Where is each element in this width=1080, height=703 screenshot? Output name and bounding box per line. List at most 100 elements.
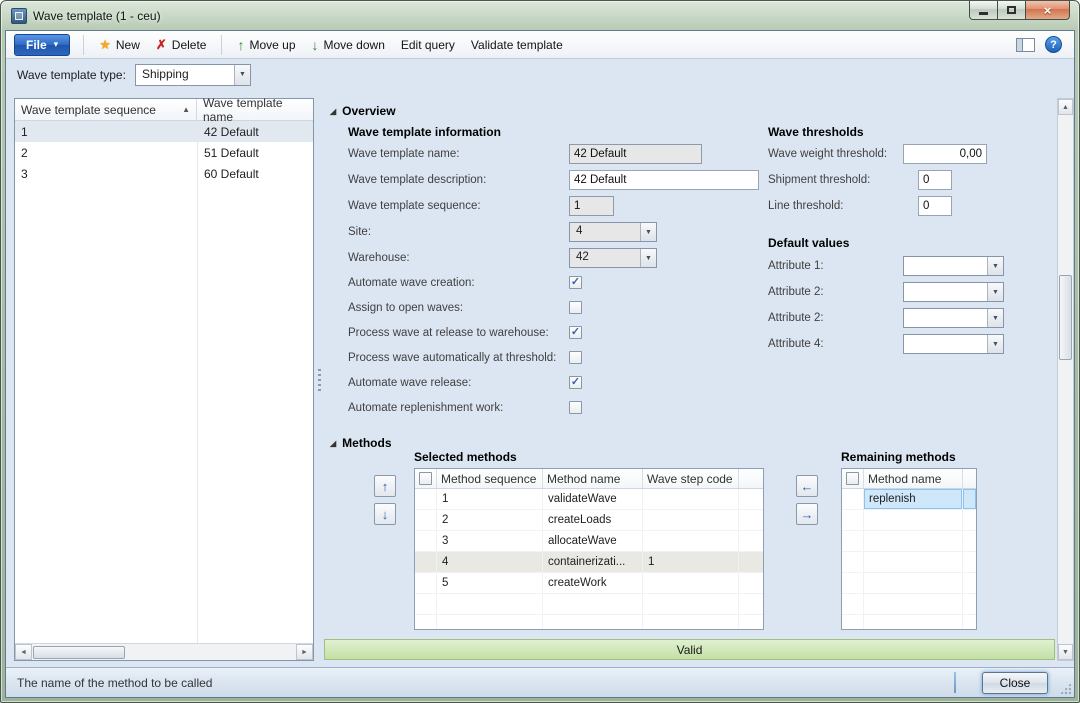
row-checkbox-cell[interactable] [415, 552, 437, 572]
close-button[interactable]: Close [982, 672, 1048, 694]
transfer-left-button[interactable]: ← [796, 475, 818, 497]
move-down-button[interactable]: ↓ Move down [304, 34, 393, 56]
close-window-button[interactable]: × [1025, 1, 1070, 20]
automate-wave-creation-checkbox[interactable]: ✓ [569, 276, 582, 289]
row-checkbox-cell[interactable] [415, 489, 437, 509]
scroll-left-button[interactable]: ◄ [15, 644, 32, 660]
row-checkbox-cell[interactable] [415, 531, 437, 551]
attribute-1-select[interactable]: ▼ [903, 256, 1004, 276]
wave-template-type-label: Wave template type: [17, 68, 126, 82]
toolbar-right: ? [1016, 36, 1066, 53]
method-row[interactable]: 2 createLoads [415, 510, 763, 531]
automate-replenishment-checkbox[interactable]: ✓ [569, 401, 582, 414]
cell-empty [842, 552, 864, 572]
column-header-sequence[interactable]: Wave template sequence ▲ [15, 99, 197, 120]
dropdown-icon[interactable]: ▼ [234, 65, 250, 85]
column-header-name[interactable]: Wave template name [197, 99, 313, 120]
edit-query-label: Edit query [401, 38, 455, 52]
file-menu-button[interactable]: File ▾ [14, 34, 70, 56]
column-header-method-name[interactable]: Method name [543, 469, 643, 488]
automate-wave-release-checkbox[interactable]: ✓ [569, 376, 582, 389]
new-button[interactable]: ★ New [91, 34, 148, 56]
edit-query-button[interactable]: Edit query [393, 35, 463, 55]
method-move-down-button[interactable]: ↓ [374, 503, 396, 525]
dropdown-icon[interactable]: ▼ [640, 223, 656, 241]
attribute-2-select[interactable]: ▼ [903, 282, 1004, 302]
shipment-threshold-field[interactable] [918, 170, 952, 190]
section-header-overview[interactable]: ◢ Overview [330, 104, 396, 118]
column-header-method-sequence[interactable]: Method sequence [437, 469, 543, 488]
scrollbar-track[interactable] [126, 644, 296, 660]
weight-threshold-label: Wave weight threshold: [768, 144, 887, 164]
scroll-down-button[interactable]: ▼ [1058, 644, 1073, 660]
section-header-methods[interactable]: ◢ Methods [330, 436, 392, 450]
remaining-method-row-selected[interactable]: replenish [842, 489, 976, 510]
table-row[interactable]: 1 42 Default [15, 121, 313, 142]
dropdown-icon[interactable]: ▼ [640, 249, 656, 267]
panel-splitter[interactable] [314, 98, 324, 661]
method-row[interactable]: 3 allocateWave [415, 531, 763, 552]
maximize-button[interactable] [997, 1, 1026, 20]
empty-row [415, 594, 763, 615]
vertical-scrollbar[interactable]: ▲ ▼ [1057, 98, 1074, 661]
horizontal-scrollbar[interactable]: ◄ ► [15, 643, 313, 660]
validate-template-button[interactable]: Validate template [463, 35, 571, 55]
move-down-icon: ↓ [312, 37, 319, 53]
method-row[interactable]: 5 createWork [415, 573, 763, 594]
scrollbar-thumb[interactable] [33, 646, 125, 659]
row-checkbox-cell[interactable] [842, 489, 864, 509]
line-threshold-label: Line threshold: [768, 196, 843, 216]
description-field[interactable] [569, 170, 759, 190]
process-at-threshold-checkbox[interactable]: ✓ [569, 351, 582, 364]
layout-toggle-icon[interactable] [1016, 38, 1035, 52]
select-all-checkbox[interactable]: ✓ [846, 472, 859, 485]
table-row[interactable]: 2 51 Default [15, 142, 313, 163]
move-up-button[interactable]: ↑ Move up [229, 34, 303, 56]
resize-grip-icon[interactable] [1060, 683, 1071, 694]
dropdown-icon[interactable]: ▼ [987, 309, 1003, 327]
move-down-label: Move down [324, 38, 385, 52]
attribute-4-select[interactable]: ▼ [903, 334, 1004, 354]
assign-open-waves-checkbox[interactable]: ✓ [569, 301, 582, 314]
help-icon[interactable]: ? [1045, 36, 1062, 53]
scrollbar-track[interactable] [1058, 115, 1073, 644]
select-all-checkbox-cell[interactable]: ✓ [842, 469, 864, 488]
wave-template-type-select[interactable]: Shipping ▼ [135, 64, 251, 86]
delete-button[interactable]: ✗ Delete [148, 34, 215, 56]
scroll-right-button[interactable]: ► [296, 644, 313, 660]
scrollbar-thumb[interactable] [1059, 275, 1072, 360]
column-header-method-name[interactable]: Method name [864, 469, 963, 488]
method-move-up-button[interactable]: ↑ [374, 475, 396, 497]
weight-threshold-field[interactable] [903, 144, 987, 164]
empty-row [842, 594, 976, 615]
cell-empty [864, 573, 963, 593]
dropdown-icon[interactable]: ▼ [987, 257, 1003, 275]
row-checkbox-cell[interactable] [415, 573, 437, 593]
attribute-3-select[interactable]: ▼ [903, 308, 1004, 328]
cell-wave-step-code: 1 [643, 552, 739, 572]
row-checkbox-cell[interactable] [415, 510, 437, 530]
cell-empty [864, 531, 963, 551]
table-row[interactable]: 3 60 Default [15, 163, 313, 184]
column-header-wave-step-code[interactable]: Wave step code [643, 469, 739, 488]
warehouse-select[interactable]: 42 ▼ [569, 248, 657, 268]
method-row-selected[interactable]: 4 containerizati... 1 [415, 552, 763, 573]
sequence-field[interactable] [569, 196, 614, 216]
transfer-right-button[interactable]: → [796, 503, 818, 525]
scroll-up-button[interactable]: ▲ [1058, 99, 1073, 115]
cell-empty [864, 510, 963, 530]
validation-status-bar: Valid [324, 639, 1055, 660]
method-row[interactable]: 1 validateWave [415, 489, 763, 510]
select-all-checkbox[interactable]: ✓ [419, 472, 432, 485]
titlebar[interactable]: Wave template (1 - ceu) × [1, 1, 1079, 30]
name-field[interactable] [569, 144, 702, 164]
dropdown-icon[interactable]: ▼ [987, 335, 1003, 353]
line-threshold-field[interactable] [918, 196, 952, 216]
dropdown-icon[interactable]: ▼ [987, 283, 1003, 301]
site-select[interactable]: 4 ▼ [569, 222, 657, 242]
splitter-grip-icon [318, 369, 321, 391]
check-icon: ✓ [571, 325, 580, 338]
select-all-checkbox-cell[interactable]: ✓ [415, 469, 437, 488]
process-at-release-checkbox[interactable]: ✓ [569, 326, 582, 339]
minimize-button[interactable] [969, 1, 998, 20]
